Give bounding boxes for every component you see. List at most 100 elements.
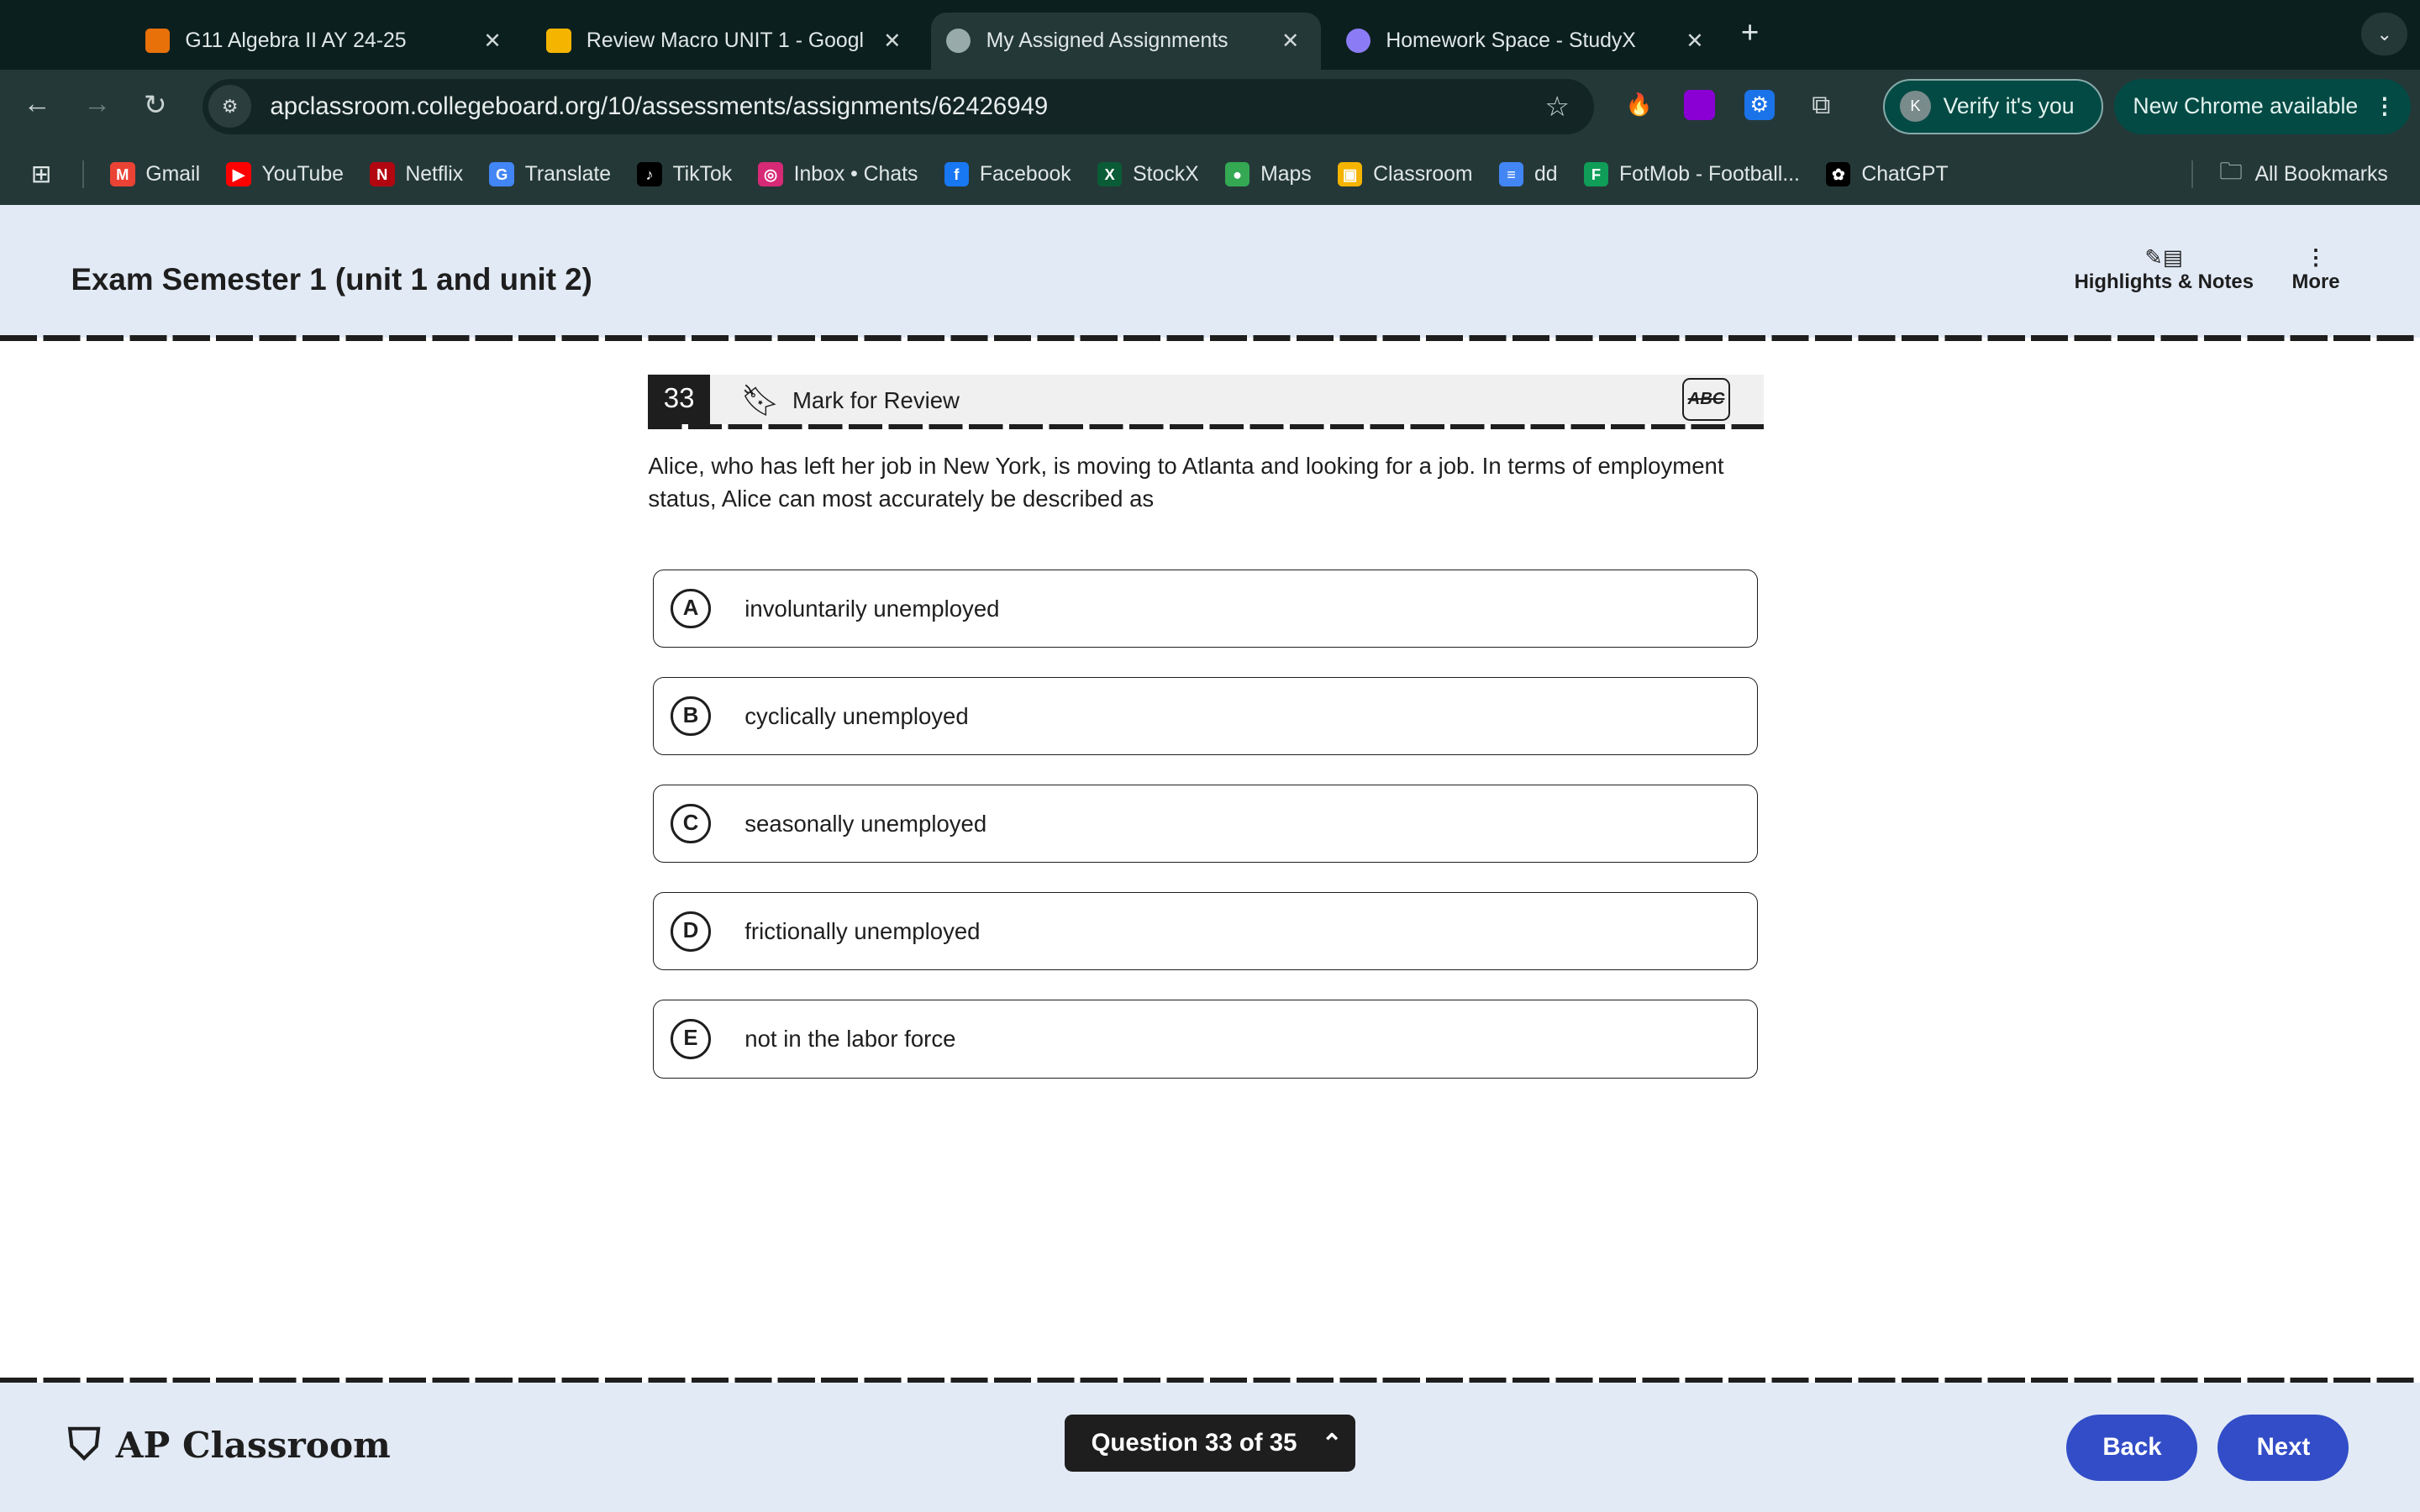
bookmark-label: Translate: [524, 162, 612, 186]
bookmarks-bar: ⊞ M Gmail ▶ YouTube N Netflix G Translate ♪ TikTo…: [0, 143, 2420, 206]
more-button[interactable]: ⋮ More: [2292, 245, 2340, 294]
all-bookmarks[interactable]: 🗀 All Bookmarks: [2219, 155, 2388, 194]
option-text: cyclically unemployed: [744, 702, 969, 729]
option-letter: A: [671, 588, 711, 629]
bookmark-item[interactable]: ✿ ChatGPT: [1826, 161, 1949, 187]
profile-avatar: K: [1900, 91, 1931, 123]
question-header: 33 🔖︎ Mark for Review ABC: [648, 375, 1765, 425]
bookmark-label: dd: [1534, 162, 1558, 186]
question-divider: [648, 424, 1765, 429]
bookmark-icon: 🔖︎: [740, 383, 781, 418]
tab-my-assignments[interactable]: My Assigned Assignments ✕: [930, 12, 1322, 70]
highlights-label: Highlights & Notes: [2074, 270, 2254, 294]
question-progress: Question 33 of 35: [1091, 1429, 1297, 1457]
bookmark-item[interactable]: X StockX: [1097, 161, 1199, 187]
bookmark-label: Gmail: [145, 162, 201, 186]
bookmark-item[interactable]: ▶ YouTube: [226, 161, 344, 187]
mark-label: Mark for Review: [792, 386, 960, 413]
new-chrome-button[interactable]: New Chrome available ⋮: [2114, 78, 2411, 134]
tab-algebra[interactable]: G11 Algebra II AY 24-25 ✕: [129, 13, 523, 70]
vertical-dots-icon: ⋮: [2305, 246, 2327, 270]
next-button[interactable]: Next: [2217, 1415, 2349, 1482]
bookmark-item[interactable]: ▣ Classroom: [1337, 161, 1473, 187]
bookmark-favicon-icon: ◎: [758, 161, 783, 187]
bookmark-favicon-icon: ▣: [1337, 161, 1363, 187]
tab-title: G11 Algebra II AY 24-25: [185, 29, 407, 52]
verify-label: Verify it's you: [1943, 93, 2075, 119]
bookmark-label: TikTok: [672, 162, 733, 186]
divider: [82, 160, 84, 189]
bookmark-item[interactable]: f Facebook: [944, 161, 1071, 187]
bookmark-item[interactable]: ◎ Inbox • Chats: [758, 161, 918, 187]
bookmark-favicon-icon: M: [110, 161, 135, 187]
option-eliminator-button[interactable]: ABC: [1682, 377, 1730, 422]
url-text[interactable]: apclassroom.collegeboard.org/10/assessme…: [270, 92, 1048, 121]
fire-extension-icon[interactable]: 🔥: [1623, 90, 1655, 121]
bookmark-favicon-icon: N: [370, 161, 395, 187]
divider: [2191, 160, 2193, 189]
close-tab-icon[interactable]: ✕: [1686, 29, 1704, 54]
highlighter-notes-icon: ✎▤: [2144, 246, 2184, 270]
back-button[interactable]: Back: [2066, 1415, 2198, 1482]
exam-footer: ⛉ AP Classroom Question 33 of 35 ⌃ Back Ne…: [0, 1382, 2420, 1512]
answer-option-a[interactable]: Ainvoluntarily unemployed: [652, 569, 1759, 648]
question-number: 33: [648, 375, 710, 425]
apps-grid-icon[interactable]: ⊞: [31, 160, 52, 189]
more-label: More: [2291, 270, 2340, 294]
bookmark-item[interactable]: ≡ dd: [1498, 161, 1558, 187]
reload-icon[interactable]: ↻: [144, 88, 167, 122]
option-letter: C: [671, 803, 711, 844]
tab-review-macro[interactable]: Review Macro UNIT 1 - Googl ✕: [531, 13, 923, 70]
option-letter: E: [671, 1018, 711, 1059]
bookmark-favicon-icon: X: [1097, 161, 1123, 187]
bookmark-label: YouTube: [261, 162, 344, 186]
purple-extension-icon[interactable]: [1683, 89, 1715, 121]
bookmark-item[interactable]: ● Maps: [1224, 161, 1312, 187]
verify-identity-button[interactable]: K Verify it's you: [1882, 78, 2104, 134]
bookmark-star-icon[interactable]: ☆: [1544, 90, 1570, 123]
acorn-icon: ⛉: [67, 1419, 101, 1470]
answer-option-c[interactable]: Cseasonally unemployed: [652, 784, 1759, 864]
bookmark-favicon-icon: F: [1583, 161, 1609, 187]
ap-classroom-logo: ⛉ AP Classroom: [68, 1420, 391, 1471]
classroom-favicon-icon: [145, 28, 171, 54]
tab-studyx[interactable]: Homework Space - StudyX ✕: [1330, 13, 1725, 70]
mark-for-review-toggle[interactable]: 🔖︎ Mark for Review: [741, 382, 960, 418]
answer-option-d[interactable]: Dfrictionally unemployed: [652, 891, 1759, 971]
new-tab-icon[interactable]: +: [1741, 15, 1759, 50]
bookmark-label: Maps: [1260, 162, 1312, 186]
bookmark-item[interactable]: F FotMob - Football...: [1583, 161, 1800, 187]
studyx-favicon-icon: [1345, 28, 1370, 54]
close-tab-icon[interactable]: ✕: [876, 28, 902, 54]
close-tab-icon[interactable]: ✕: [1281, 29, 1300, 54]
bookmark-item[interactable]: M Gmail: [110, 161, 201, 187]
tab-title: Homework Space - StudyX: [1386, 29, 1636, 52]
highlights-notes-button[interactable]: ✎▤ Highlights & Notes: [2075, 245, 2254, 294]
logo-text: AP Classroom: [115, 1424, 391, 1467]
address-bar[interactable]: ⚙ apclassroom.collegeboard.org/10/assess…: [202, 78, 1595, 134]
header-divider: [0, 334, 2420, 341]
blue-extension-icon[interactable]: ⚙: [1744, 89, 1776, 121]
forward-arrow-icon[interactable]: →: [83, 88, 111, 120]
answer-option-e[interactable]: Enot in the labor force: [652, 999, 1759, 1079]
extensions-puzzle-icon[interactable]: ⧉: [1806, 90, 1837, 121]
bookmark-item[interactable]: N Netflix: [370, 161, 464, 187]
bookmark-item[interactable]: G Translate: [489, 161, 612, 187]
question-navigator-button[interactable]: Question 33 of 35 ⌃: [1065, 1415, 1355, 1473]
globe-icon: [945, 28, 971, 54]
option-text: not in the labor force: [744, 1025, 956, 1052]
kebab-menu-icon[interactable]: ⋮: [2374, 93, 2396, 119]
close-tab-icon[interactable]: ✕: [483, 29, 502, 54]
back-arrow-icon[interactable]: ←: [24, 88, 51, 120]
bookmark-label: Netflix: [405, 162, 464, 186]
tab-title: My Assigned Assignments: [986, 29, 1228, 52]
bookmark-favicon-icon: ●: [1224, 161, 1250, 187]
abc-strikethrough-icon: ABC: [1687, 389, 1725, 408]
answer-option-b[interactable]: Bcyclically unemployed: [652, 676, 1759, 756]
bookmark-favicon-icon: ♪: [637, 161, 662, 187]
bookmark-item[interactable]: ♪ TikTok: [637, 161, 733, 187]
site-settings-icon[interactable]: ⚙: [208, 85, 252, 129]
tab-search-chevron-icon[interactable]: ⌄: [2361, 12, 2408, 56]
bookmark-label: StockX: [1133, 162, 1199, 186]
slides-favicon-icon: [546, 28, 571, 54]
